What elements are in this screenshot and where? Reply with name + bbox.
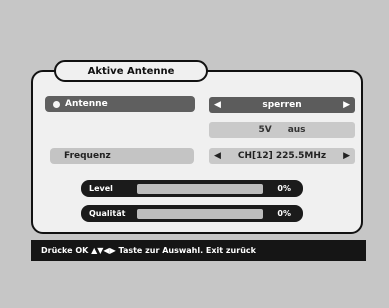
level-bar-track	[137, 183, 263, 194]
voltage-status: 5V aus	[209, 122, 355, 138]
right-arrow-icon[interactable]: ▶	[343, 151, 350, 161]
frequency-select[interactable]: ◀ CH[12] 225.5MHz ▶	[209, 148, 355, 164]
left-arrow-icon[interactable]: ◀	[214, 100, 221, 110]
antenna-label-text: Antenne	[65, 99, 108, 109]
frequency-option-label[interactable]: Frequenz	[50, 148, 194, 164]
right-arrow-icon[interactable]: ▶	[343, 100, 350, 110]
voltage-value: 5V	[258, 125, 272, 135]
antenna-option-label[interactable]: Antenne	[45, 96, 195, 112]
antenna-select[interactable]: ◀ sperren ▶	[209, 97, 355, 113]
level-meter: Level 0%	[81, 180, 303, 197]
quality-bar-track	[137, 208, 263, 219]
left-arrow-icon[interactable]: ◀	[214, 151, 221, 161]
quality-label: Qualität	[89, 209, 126, 218]
frequency-label-text: Frequenz	[64, 151, 111, 161]
level-value: 0%	[277, 184, 291, 193]
quality-value: 0%	[277, 209, 291, 218]
help-text: Drücke OK ▲▼◀▶ Taste zur Auswahl. Exit z…	[41, 246, 256, 255]
dialog-title-text: Aktive Antenne	[87, 65, 175, 77]
quality-meter: Qualität 0%	[81, 205, 303, 222]
selected-indicator-icon	[53, 100, 60, 108]
dialog-title: Aktive Antenne	[54, 60, 208, 82]
frequency-select-value: CH[12] 225.5MHz	[237, 151, 327, 161]
help-bar: Drücke OK ▲▼◀▶ Taste zur Auswahl. Exit z…	[31, 240, 366, 261]
antenna-select-value: sperren	[262, 100, 302, 110]
level-label: Level	[89, 184, 113, 193]
voltage-state: aus	[287, 125, 306, 135]
